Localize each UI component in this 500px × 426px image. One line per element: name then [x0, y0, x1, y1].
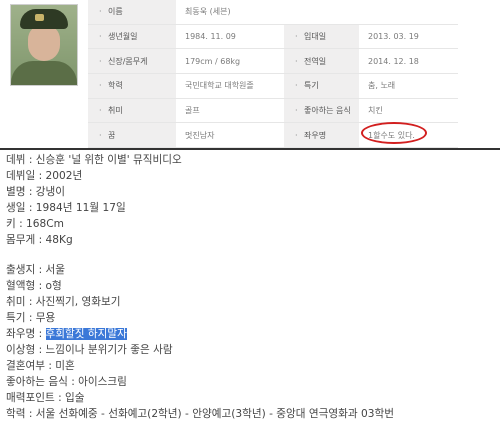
value-hobby: 골프 — [185, 106, 200, 116]
label-specialty: 특기 — [284, 74, 359, 98]
value-education: 국민대학교 대학원졸 — [185, 81, 254, 91]
motto-label: 좌우명 : — [6, 328, 46, 340]
divider — [0, 148, 500, 150]
list-item: 키 : 168Cm — [6, 218, 64, 230]
info-list: 데뷔 : 신승훈 '널 위한 이별' 뮤직비디오 데뷔일 : 2002년 별명 … — [6, 152, 496, 422]
label-birthdate: 생년월일 — [88, 24, 176, 49]
profile-row: 생년월일 1984. 11. 09 입대일 2013. 03. 19 — [88, 24, 458, 50]
list-item: 결혼여부 : 미혼 — [6, 360, 75, 372]
value-dream: 멋진남자 — [185, 130, 215, 140]
label-enlist-date: 입대일 — [284, 24, 359, 49]
value-favorite-food: 치킨 — [368, 106, 383, 116]
list-item: 매력포인트 : 입술 — [6, 392, 85, 404]
list-item: 특기 : 무용 — [6, 312, 56, 324]
red-circle-annotation — [361, 122, 427, 144]
value-birthdate: 1984. 11. 09 — [185, 32, 236, 42]
profile-card: 이름 최동욱 (세븐) 생년월일 1984. 11. 09 입대일 2013. … — [0, 0, 500, 149]
label-motto: 좌우명 — [284, 123, 359, 148]
label-education: 학력 — [88, 74, 176, 98]
profile-row: 이름 최동욱 (세븐) — [88, 0, 458, 25]
label-favorite-food: 좋아하는 음식 — [284, 98, 359, 123]
profile-photo — [10, 4, 78, 86]
list-item: 혈액형 : o형 — [6, 280, 62, 292]
label-dream: 꿈 — [88, 123, 176, 148]
value-specialty: 춤, 노래 — [368, 81, 396, 91]
list-item: 이상형 : 느낌이나 분위기가 좋은 사람 — [6, 344, 173, 356]
motto-line: 좌우명 : 후회할짓 하지말자 — [6, 326, 496, 342]
list-item: 몸무게 : 48Kg — [6, 234, 73, 246]
profile-row: 취미 골프 좋아하는 음식 치킨 — [88, 98, 458, 124]
value-name: 최동욱 (세븐) — [185, 7, 231, 17]
list-item: 학력 : 서울 선화예중 - 선화예고(2학년) - 안양예고(3학년) - 중… — [6, 408, 394, 420]
label-discharge-date: 전역일 — [284, 49, 359, 74]
list-item: 별명 : 강냉이 — [6, 186, 66, 198]
value-discharge-date: 2014. 12. 18 — [368, 56, 419, 66]
label-name: 이름 — [88, 0, 176, 24]
list-item: 좋아하는 음식 : 아이스크림 — [6, 376, 127, 388]
list-item: 데뷔일 : 2002년 — [6, 170, 83, 182]
profile-row: 신장/몸무게 179cm / 68kg 전역일 2014. 12. 18 — [88, 49, 458, 75]
value-height-weight: 179cm / 68kg — [185, 56, 241, 66]
list-item: 취미 : 사진찍기, 영화보기 — [6, 296, 121, 308]
label-hobby: 취미 — [88, 98, 176, 123]
list-item: 출생지 : 서울 — [6, 264, 66, 276]
list-item: 데뷔 : 신승훈 '널 위한 이별' 뮤직비디오 — [6, 154, 182, 166]
motto-highlight: 후회할짓 하지말자 — [45, 328, 127, 340]
profile-row: 학력 국민대학교 대학원졸 특기 춤, 노래 — [88, 74, 458, 99]
list-item: 생일 : 1984년 11월 17일 — [6, 202, 126, 214]
value-enlist-date: 2013. 03. 19 — [368, 32, 419, 42]
label-height-weight: 신장/몸무게 — [88, 49, 176, 74]
